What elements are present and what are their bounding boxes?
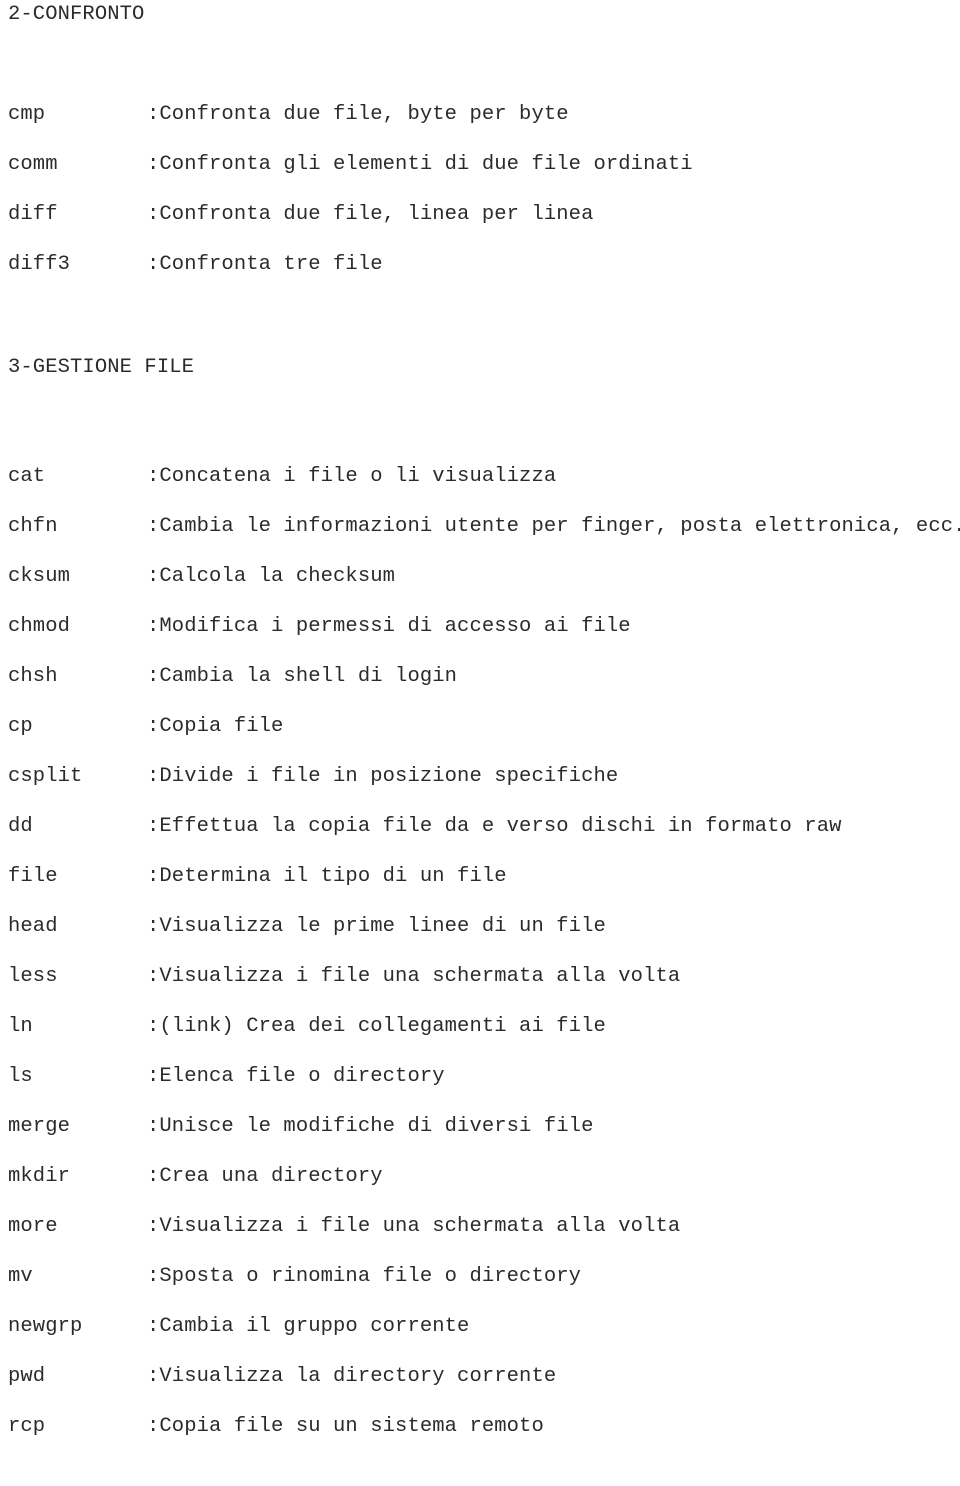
command-name: mkdir (8, 1165, 71, 1188)
command-description: :Concatena i file o li visualizza (147, 465, 557, 488)
command-name: cat (8, 465, 46, 488)
command-row: more :Visualizza i file una schermata al… (0, 1214, 960, 1240)
command-name: newgrp (8, 1315, 83, 1338)
command-name: less (8, 965, 58, 988)
command-name: mv (8, 1265, 33, 1288)
command-description: :Copia file su un sistema remoto (147, 1415, 544, 1438)
command-description: :Determina il tipo di un file (147, 865, 507, 888)
command-description: :Copia file (147, 715, 284, 738)
command-description: :Cambia la shell di login (147, 665, 458, 688)
command-row: cat :Concatena i file o li visualizza (0, 464, 960, 490)
command-row: head :Visualizza le prime linee di un fi… (0, 914, 960, 940)
command-row: ls :Elenca file o directory (0, 1064, 960, 1090)
command-row: cksum :Calcola la checksum (0, 564, 960, 590)
command-row: file :Determina il tipo di un file (0, 864, 960, 890)
command-name: chsh (8, 665, 58, 688)
command-name: cksum (8, 565, 71, 588)
command-row: diff3 :Confronta tre file (0, 252, 960, 278)
command-description: :Cambia le informazioni utente per finge… (147, 515, 960, 538)
command-name: diff (8, 203, 58, 226)
command-name: rcp (8, 1415, 46, 1438)
command-name: csplit (8, 765, 83, 788)
command-description: :Confronta due file, linea per linea (147, 203, 594, 226)
command-description: :Confronta due file, byte per byte (147, 103, 569, 126)
command-description: :Modifica i permessi di accesso ai file (147, 615, 631, 638)
command-name: ls (8, 1065, 33, 1088)
command-row: chfn :Cambia le informazioni utente per … (0, 514, 960, 540)
command-name: file (8, 865, 58, 888)
section-heading-gestione-file: 3-GESTIONE FILE (8, 356, 195, 379)
command-description: :Confronta tre file (147, 253, 383, 276)
command-name: head (8, 915, 58, 938)
command-row: comm :Confronta gli elementi di due file… (0, 152, 960, 178)
command-description: :Cambia il gruppo corrente (147, 1315, 470, 1338)
command-description: :Effettua la copia file da e verso disch… (147, 815, 842, 838)
command-name: chfn (8, 515, 58, 538)
command-row: rcp :Copia file su un sistema remoto (0, 1414, 960, 1440)
command-description: :Elenca file o directory (147, 1065, 445, 1088)
command-name: ln (8, 1015, 33, 1038)
command-description: :(link) Crea dei collegamenti ai file (147, 1015, 606, 1038)
command-row: chmod :Modifica i permessi di accesso ai… (0, 614, 960, 640)
command-row: ln :(link) Crea dei collegamenti ai file (0, 1014, 960, 1040)
command-name: diff3 (8, 253, 71, 276)
command-description: :Visualizza i file una schermata alla vo… (147, 965, 681, 988)
command-row: less :Visualizza i file una schermata al… (0, 964, 960, 990)
command-name: comm (8, 153, 58, 176)
command-description: :Unisce le modifiche di diversi file (147, 1115, 594, 1138)
command-row: mkdir :Crea una directory (0, 1164, 960, 1190)
command-row: csplit :Divide i file in posizione speci… (0, 764, 960, 790)
command-description: :Calcola la checksum (147, 565, 396, 588)
command-name: merge (8, 1115, 71, 1138)
command-description: :Confronta gli elementi di due file ordi… (147, 153, 693, 176)
command-row: dd :Effettua la copia file da e verso di… (0, 814, 960, 840)
document-page: 2-CONFRONTO cmp :Confronta due file, byt… (0, 0, 960, 1440)
command-name: dd (8, 815, 33, 838)
command-name: cp (8, 715, 33, 738)
command-row: merge :Unisce le modifiche di diversi fi… (0, 1114, 960, 1140)
command-description: :Visualizza le prime linee di un file (147, 915, 606, 938)
command-row: chsh :Cambia la shell di login (0, 664, 960, 690)
command-row: cp :Copia file (0, 714, 960, 740)
command-description: :Divide i file in posizione specifiche (147, 765, 619, 788)
command-row: mv :Sposta o rinomina file o directory (0, 1264, 960, 1290)
command-name: chmod (8, 615, 71, 638)
command-name: pwd (8, 1365, 46, 1388)
command-row: newgrp :Cambia il gruppo corrente (0, 1314, 960, 1340)
command-description: :Sposta o rinomina file o directory (147, 1265, 582, 1288)
command-description: :Visualizza la directory corrente (147, 1365, 557, 1388)
command-description: :Crea una directory (147, 1165, 383, 1188)
section-heading-confronto: 2-CONFRONTO (8, 3, 145, 26)
command-row: pwd :Visualizza la directory corrente (0, 1364, 960, 1390)
command-name: more (8, 1215, 58, 1238)
command-description: :Visualizza i file una schermata alla vo… (147, 1215, 681, 1238)
command-row: cmp :Confronta due file, byte per byte (0, 102, 960, 128)
command-row: diff :Confronta due file, linea per line… (0, 202, 960, 228)
command-name: cmp (8, 103, 46, 126)
